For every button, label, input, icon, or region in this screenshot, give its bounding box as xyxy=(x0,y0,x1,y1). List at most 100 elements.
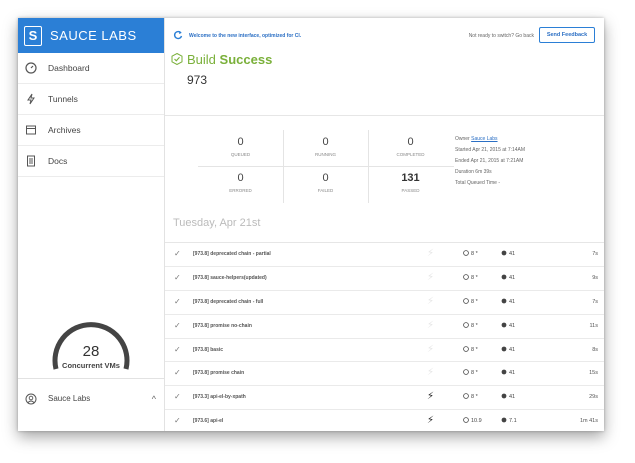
table-row[interactable]: ✓ [973.8] basic ⚡︎ 8 * 41 8s xyxy=(165,339,604,363)
build-stats: 0 QUEUED 0 RUNNING 0 COMPLETED 0 ERRORED 0 FA… xyxy=(198,130,454,203)
browser-icon xyxy=(463,345,469,352)
browser-icon xyxy=(463,274,469,280)
job-name[interactable]: [973.6] api-el xyxy=(193,418,223,424)
os-version: 41 xyxy=(501,298,515,305)
table-row[interactable]: ✓ [973.8] sauce-helpers(updated) ⚡︎ 8 * 41 9s xyxy=(165,267,604,291)
main-content: Welcome to the new interface, optimized … xyxy=(165,18,604,431)
check-icon: ✓ xyxy=(174,320,181,330)
dashboard-icon xyxy=(24,61,38,75)
job-duration: 15s xyxy=(589,370,598,377)
browser-icon xyxy=(463,369,469,376)
job-name[interactable]: [973.8] deprecated chain - partial xyxy=(193,251,271,257)
os-version: 41 xyxy=(501,369,515,376)
job-name[interactable]: [973.8] basic xyxy=(193,347,223,353)
browser-version: 8 * xyxy=(463,321,478,329)
stat-queued: 0 QUEUED xyxy=(230,136,251,157)
success-check-icon xyxy=(171,53,183,65)
build-meta: Owner Sauce Labs Started Apr 21, 2015 at… xyxy=(455,134,525,189)
bolt-icon: ⚡︎ xyxy=(427,295,435,307)
meta-queued-time: Total Queued Time - xyxy=(455,180,501,186)
sidebar-item-label: Dashboard xyxy=(48,63,90,73)
stat-divider xyxy=(368,167,369,203)
os-version: 41 xyxy=(501,274,515,281)
stat-divider xyxy=(368,130,369,166)
table-row[interactable]: ✓ [973.3] api-el-by-xpath ⚡︎ 8 * 41 29s xyxy=(165,386,604,411)
job-name[interactable]: [973.8] promise chain xyxy=(193,370,244,376)
gauge-label: Concurrent VMs xyxy=(62,361,120,370)
logo[interactable]: S SAUCE LABS xyxy=(18,18,164,53)
owner-link[interactable]: Sauce Labs xyxy=(471,136,497,142)
bolt-icon: ⚡︎ xyxy=(427,248,435,259)
check-icon: ✓ xyxy=(174,296,181,306)
job-duration: 7s xyxy=(592,251,598,257)
chevron-up-icon: ^ xyxy=(151,393,156,404)
meta-duration: Duration 6m 39s xyxy=(455,169,492,175)
sidebar-item-tunnels[interactable]: Tunnels xyxy=(18,84,164,115)
check-icon: ✓ xyxy=(174,249,181,258)
build-status-title: Build Success xyxy=(187,52,272,67)
platform-icon xyxy=(501,417,507,423)
go-back-link[interactable]: Not ready to switch? Go back xyxy=(469,33,534,39)
sidebar-item-archives[interactable]: Archives xyxy=(18,115,164,146)
meta-started: Started Apr 21, 2015 at 7:14AM xyxy=(455,147,526,153)
browser-icon xyxy=(463,393,469,400)
check-icon: ✓ xyxy=(174,368,181,378)
job-name[interactable]: [973.8] sauce-helpers(updated) xyxy=(193,275,267,281)
sidebar-item-label: Archives xyxy=(48,125,81,135)
browser-version: 8 * xyxy=(463,274,478,281)
job-duration: 1m 41s xyxy=(579,418,598,425)
browser-icon xyxy=(463,321,469,328)
browser-version: 10.9 xyxy=(463,417,482,424)
sidebar-item-docs[interactable]: Docs xyxy=(18,146,164,177)
platform-icon xyxy=(501,250,507,256)
sidebar: S SAUCE LABS Dashboard Tunnels Archives xyxy=(18,18,165,431)
platform-icon xyxy=(501,393,507,399)
job-list: ✓ [973.8] deprecated chain - partial ⚡︎ 8 *… xyxy=(165,242,604,431)
os-version: 41 xyxy=(501,322,515,329)
browser-version: 8 * xyxy=(463,369,478,376)
send-feedback-button[interactable]: Send Feedback xyxy=(539,27,595,43)
sidebar-item-label: Docs xyxy=(48,156,68,166)
bolt-icon: ⚡︎ xyxy=(427,319,435,331)
table-row[interactable]: ✓ [973.8] promise chain ⚡︎ 8 * 41 15s xyxy=(165,362,604,387)
stat-divider xyxy=(283,167,284,203)
gauge-value: 28 xyxy=(82,343,100,360)
table-row[interactable]: ✓ [973.6] api-el ⚡︎ 10.9 7.1 1m 41s xyxy=(165,410,604,431)
date-heading: Tuesday, Apr 21st xyxy=(173,217,261,229)
job-name[interactable]: [973.8] promise no-chain xyxy=(193,323,252,329)
account-label: Sauce Labs xyxy=(48,394,91,403)
user-icon xyxy=(24,392,38,406)
account-menu[interactable]: Sauce Labs ^ xyxy=(18,378,164,418)
bolt-icon: ⚡︎ xyxy=(427,343,435,355)
job-duration: 11s xyxy=(589,322,598,329)
welcome-message: Welcome to the new interface, optimized … xyxy=(189,32,302,39)
platform-icon xyxy=(501,274,507,280)
browser-icon xyxy=(463,297,469,304)
platform-icon xyxy=(501,370,507,375)
sidebar-item-dashboard[interactable]: Dashboard xyxy=(18,53,164,84)
build-header: Build Success 973 xyxy=(165,52,604,116)
job-name[interactable]: [973.3] api-el-by-xpath xyxy=(193,394,246,400)
os-version: 41 xyxy=(501,346,515,353)
job-duration: 8s xyxy=(592,346,598,353)
logo-text: SAUCE LABS xyxy=(50,28,137,43)
job-name[interactable]: [973.8] deprecated chain - full xyxy=(193,299,263,305)
browser-version: 8 * xyxy=(463,297,478,305)
table-row[interactable]: ✓ [973.8] deprecated chain - partial ⚡︎ 8 *… xyxy=(165,243,604,267)
job-duration: 9s xyxy=(592,274,598,281)
stat-failed: 0 FAILED xyxy=(317,172,334,193)
platform-icon xyxy=(501,298,507,304)
os-version: 7.1 xyxy=(501,417,517,424)
tunnel-icon xyxy=(24,92,38,106)
table-row[interactable]: ✓ [973.8] promise no-chain ⚡︎ 8 * 41 11s xyxy=(165,315,604,339)
os-version: 41 xyxy=(501,250,515,257)
stat-divider xyxy=(198,166,454,167)
stat-running: 0 RUNNING xyxy=(315,136,336,157)
table-row[interactable]: ✓ [973.8] deprecated chain - full ⚡︎ 8 * 41 7… xyxy=(165,291,604,315)
check-icon: ✓ xyxy=(174,344,181,354)
os-version: 41 xyxy=(501,393,515,400)
refresh-icon[interactable] xyxy=(173,27,183,45)
browser-version: 8 * xyxy=(463,250,478,257)
stat-passed: 131 PASSED xyxy=(401,172,420,193)
bolt-icon: ⚡︎ xyxy=(427,367,435,379)
